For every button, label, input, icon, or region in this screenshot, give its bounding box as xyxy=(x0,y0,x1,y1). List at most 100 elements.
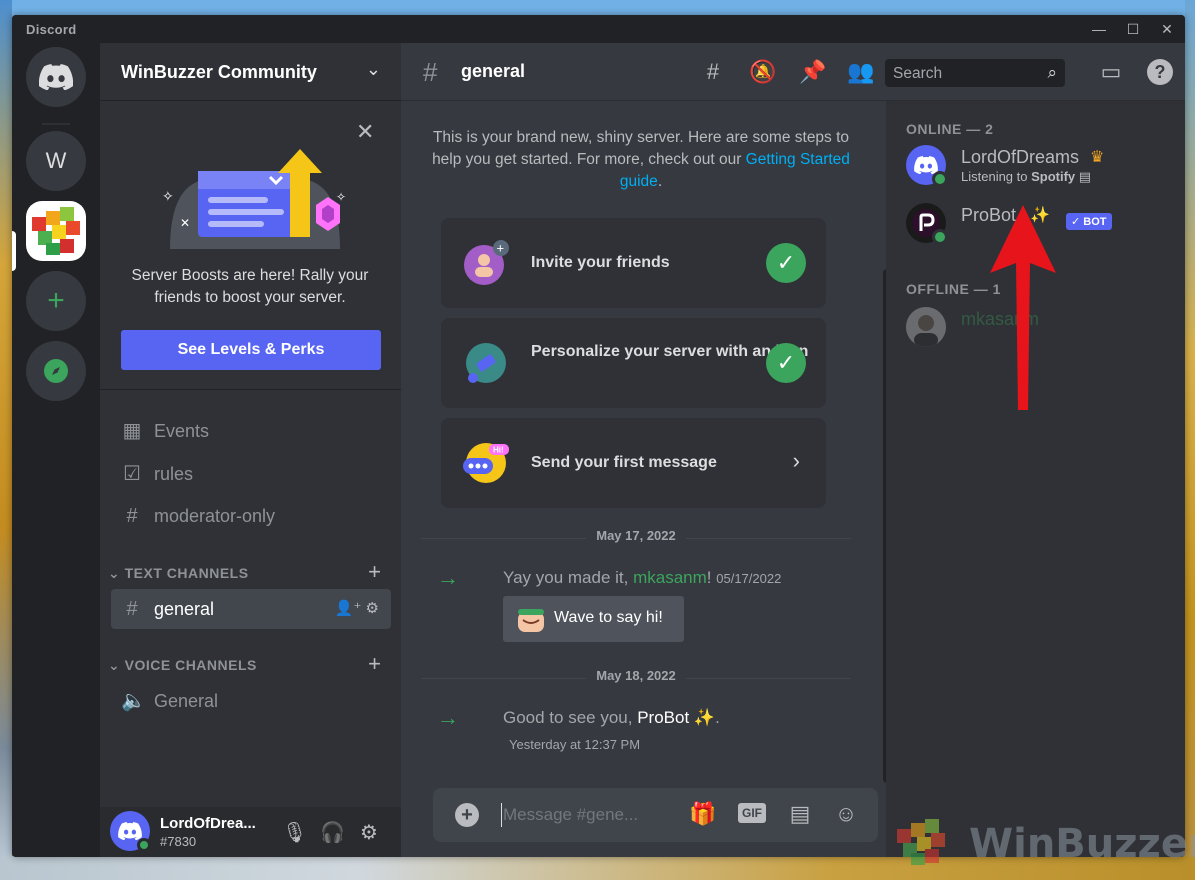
pin-icon[interactable]: 📌 xyxy=(799,59,827,85)
server-winbuzzer-button[interactable] xyxy=(26,201,86,261)
chevron-down-icon[interactable]: ⌄ xyxy=(366,59,381,80)
message-input[interactable]: Message #gene... xyxy=(503,805,638,825)
emoji-icon[interactable]: ☺ xyxy=(831,801,861,827)
voice-channel-general[interactable]: 🔈 General xyxy=(111,681,391,721)
search-input[interactable]: Search ⌕ xyxy=(885,59,1065,87)
server-name: WinBuzzer Community xyxy=(121,62,317,82)
sticker-icon[interactable]: ▤ xyxy=(785,801,815,827)
home-button[interactable] xyxy=(26,47,86,107)
add-text-channel-icon[interactable]: + xyxy=(368,559,381,585)
channel-sidebar: WinBuzzer Community ⌄ ✕ ✧ ✕ ✧ Server Boo… xyxy=(100,43,401,857)
member-activity: Listening to Spotify ▤ xyxy=(961,169,1091,185)
wave-button[interactable]: Wave to say hi! xyxy=(503,596,684,642)
speaker-icon: 🔈 xyxy=(121,690,146,712)
text-caret xyxy=(501,803,502,827)
invite-friends-card[interactable]: + Invite your friends ✓ xyxy=(441,218,826,308)
close-window-button[interactable]: ✕ xyxy=(1150,17,1184,41)
chat-bubble-icon: Hi! xyxy=(463,443,509,483)
member-list-icon[interactable]: 👥 xyxy=(847,59,875,85)
personalize-server-card[interactable]: Personalize your server with an icon ✓ xyxy=(441,318,826,408)
svg-text:✧: ✧ xyxy=(162,188,174,204)
microphone-icon[interactable]: 🎙 xyxy=(282,820,307,845)
card-label: Send your first message xyxy=(531,454,717,471)
close-boost-banner-icon[interactable]: ✕ xyxy=(356,119,374,145)
channel-moderator-only[interactable]: # moderator-only xyxy=(111,496,391,536)
threads-icon[interactable]: # xyxy=(699,59,727,85)
channel-general[interactable]: # general 👤⁺ ⚙ xyxy=(111,589,391,629)
svg-text:✕: ✕ xyxy=(180,216,190,230)
desktop-background-left xyxy=(0,0,12,880)
channel-events[interactable]: ▦ Events xyxy=(111,411,391,451)
gift-icon[interactable]: 🎁 xyxy=(688,801,718,827)
join-arrow-icon: → xyxy=(437,565,459,590)
brush-icon xyxy=(466,343,506,383)
gear-icon[interactable]: ⚙ xyxy=(366,600,379,617)
message-suffix: . xyxy=(715,708,720,727)
message-composer[interactable]: + Message #gene... 🎁 GIF ▤ ☺ xyxy=(433,788,878,842)
app-title: Discord xyxy=(26,22,77,37)
invite-friends-icon: + xyxy=(464,240,509,285)
boost-description: Server Boosts are here! Rally your frien… xyxy=(131,267,369,306)
svg-text:✧: ✧ xyxy=(336,190,346,204)
user-photo-icon xyxy=(906,307,946,347)
channel-rules[interactable]: ☑ rules xyxy=(111,454,391,494)
compass-icon xyxy=(44,359,68,383)
offline-header: OFFLINE — 1 xyxy=(906,281,1001,297)
mute-bell-icon[interactable]: 🔕 xyxy=(749,59,777,85)
user-settings-icon[interactable]: ⚙ xyxy=(360,820,378,845)
server-header[interactable]: WinBuzzer Community ⌄ xyxy=(100,43,401,101)
join-arrow-icon: → xyxy=(437,705,459,730)
server-boost-illustration: ✧ ✕ ✧ xyxy=(162,149,346,249)
channel-label: Events xyxy=(154,421,210,441)
check-icon: ✓ xyxy=(766,343,806,383)
upload-plus-icon[interactable]: + xyxy=(455,803,479,827)
bot-tag: ✓ BOT xyxy=(1066,213,1112,230)
message-text: Good to see you, xyxy=(503,708,638,727)
discord-window: Discord — ☐ ✕ W + WinBuzzer Community ⌄ … xyxy=(12,15,1185,857)
send-first-message-card[interactable]: Hi! Send your first message › xyxy=(441,418,826,508)
watermark-text: WinBuzzer xyxy=(969,821,1195,867)
date-divider: May 17, 2022 xyxy=(421,528,851,548)
inbox-icon[interactable]: ▭ xyxy=(1097,59,1125,85)
sidebar-divider xyxy=(100,389,401,390)
voice-channels-category[interactable]: ⌄ VOICE CHANNELS xyxy=(108,657,257,674)
rail-separator xyxy=(42,123,70,125)
crown-icon: ♛ xyxy=(1090,149,1105,166)
message-timestamp: 05/17/2022 xyxy=(716,571,782,586)
user-tag: #7830 xyxy=(160,834,197,849)
server-rail: W + xyxy=(12,43,100,857)
member-lordofdreams[interactable]: LordOfDreams ♛ Listening to Spotify ▤ xyxy=(906,145,1166,189)
message-user[interactable]: ProBot xyxy=(637,708,689,727)
minimize-button[interactable]: — xyxy=(1082,17,1116,41)
maximize-button[interactable]: ☐ xyxy=(1116,17,1150,41)
wave-hand-icon xyxy=(518,609,544,632)
member-name: LordOfDreams xyxy=(961,147,1080,167)
discord-logo-icon xyxy=(39,64,73,90)
chevron-right-icon: › xyxy=(792,448,800,473)
title-bar[interactable]: Discord — ☐ ✕ xyxy=(12,15,1185,43)
text-channels-category[interactable]: ⌄ TEXT CHANNELS xyxy=(108,565,249,582)
channel-label: general xyxy=(154,599,215,619)
online-status-dot xyxy=(137,838,151,852)
message-suffix: ! xyxy=(706,568,712,587)
help-icon[interactable]: ? xyxy=(1147,59,1173,85)
add-server-button[interactable]: + xyxy=(26,271,86,331)
message-user[interactable]: mkasanm xyxy=(633,568,707,587)
check-icon: ✓ xyxy=(766,243,806,283)
user-panel: LordOfDrea... #7830 🎙 🎧 ⚙ xyxy=(100,807,401,857)
winbuzzer-watermark-logo-icon xyxy=(897,819,945,865)
see-levels-perks-button[interactable]: See Levels & Perks xyxy=(121,330,381,370)
discord-logo-icon xyxy=(118,822,142,840)
headphones-icon[interactable]: 🎧 xyxy=(320,820,345,845)
server-w-button[interactable]: W xyxy=(26,131,86,191)
online-status-dot xyxy=(932,229,948,245)
add-voice-channel-icon[interactable]: + xyxy=(368,651,381,677)
invite-member-icon[interactable]: 👤⁺ xyxy=(335,600,362,617)
gif-icon[interactable]: GIF xyxy=(738,803,766,823)
date-label: May 18, 2022 xyxy=(586,668,686,683)
server-initial: W xyxy=(45,148,67,173)
explore-servers-button[interactable] xyxy=(26,341,86,401)
search-placeholder: Search xyxy=(893,65,943,82)
intro-end: . xyxy=(657,173,663,190)
channel-label: General xyxy=(154,691,219,711)
